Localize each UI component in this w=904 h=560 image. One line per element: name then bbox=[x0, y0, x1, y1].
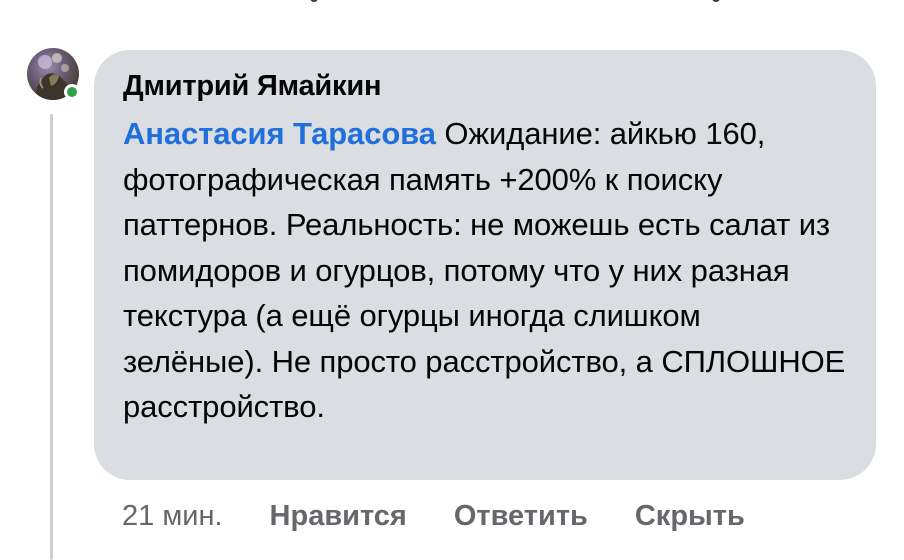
comment-thread: Дмитрий Ямайкин Анастасия Тарасова Ожида… bbox=[0, 0, 904, 560]
comment-text: Анастасия Тарасова Ожидание: айкью 160, … bbox=[123, 111, 846, 430]
reply-button[interactable]: Ответить bbox=[454, 500, 588, 533]
comment-body: Ожидание: айкью 160, фотографическая пам… bbox=[123, 116, 846, 424]
comment-author[interactable]: Дмитрий Ямайкин bbox=[123, 68, 846, 108]
mention-link[interactable]: Анастасия Тарасова bbox=[123, 116, 436, 151]
online-status-dot bbox=[64, 84, 80, 100]
comment-bubble: Дмитрий Ямайкин Анастасия Тарасова Ожида… bbox=[94, 50, 876, 480]
previous-comment-fragment bbox=[712, 0, 724, 2]
comment-timestamp[interactable]: 21 мин. bbox=[122, 500, 223, 533]
comment-actions: 21 мин. Нравится Ответить Скрыть bbox=[122, 496, 745, 536]
previous-comment-fragment bbox=[310, 0, 322, 2]
hide-button[interactable]: Скрыть bbox=[635, 500, 745, 533]
like-button[interactable]: Нравится bbox=[270, 500, 407, 533]
thread-vertical-line bbox=[50, 114, 53, 560]
